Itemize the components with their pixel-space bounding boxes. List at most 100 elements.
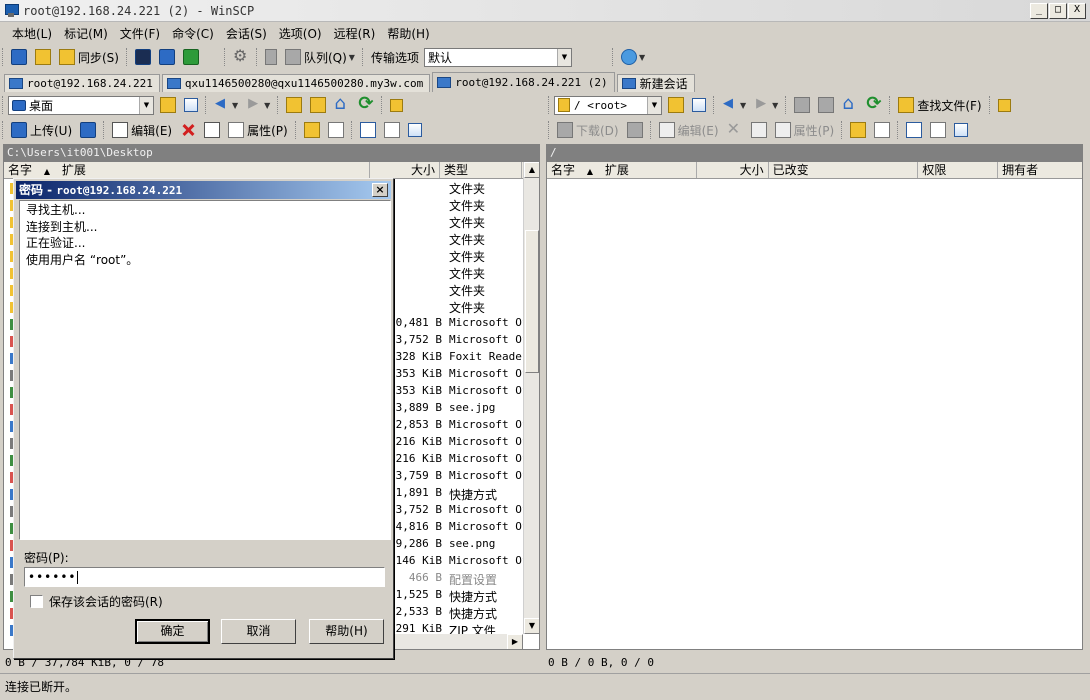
console-button[interactable] — [132, 47, 154, 67]
password-input[interactable]: •••••• — [24, 567, 385, 587]
tab-session-2[interactable]: qxu1146500280@qxu1146500280.my3w.com — [161, 74, 431, 92]
left-parent-dir-button[interactable] — [283, 95, 305, 115]
scroll-thumb[interactable] — [525, 230, 539, 373]
right-refresh-button[interactable] — [863, 93, 885, 115]
column-owner[interactable]: 拥有者 — [998, 162, 1082, 178]
help-button[interactable]: 帮助(H) — [309, 619, 384, 644]
left-filter-button[interactable] — [181, 95, 201, 115]
column-rights[interactable]: 权限 — [918, 162, 999, 178]
menu-commands[interactable]: 命令(C) — [166, 25, 220, 42]
right-root-dir-button[interactable] — [815, 95, 837, 115]
right-back-button[interactable]: ▼ — [719, 95, 749, 115]
site-manager-button[interactable]: ▼ — [618, 47, 648, 67]
menu-options[interactable]: 选项(O) — [273, 25, 328, 42]
left-unselect-button[interactable] — [381, 120, 403, 140]
right-tree-button[interactable] — [995, 95, 1014, 115]
menu-file[interactable]: 文件(F) — [114, 25, 166, 42]
column-changed[interactable]: 已改变 — [769, 162, 919, 178]
right-open-dir-button[interactable] — [665, 95, 687, 115]
right-properties-button[interactable]: 属性(P) — [772, 120, 838, 140]
left-edit-button[interactable]: 编辑(E) — [109, 120, 175, 140]
putty-button[interactable] — [156, 47, 178, 67]
queue-list-button[interactable] — [262, 47, 280, 67]
minimize-button[interactable]: _ — [1030, 3, 1048, 19]
file-type: 快捷方式 — [449, 488, 498, 502]
compare-dirs-button[interactable] — [8, 47, 30, 67]
menu-local[interactable]: 本地(L) — [6, 25, 58, 42]
upload-button[interactable]: 上传(U) — [8, 120, 75, 140]
tab-new-session[interactable]: 新建会话 — [616, 74, 695, 92]
left-forward-button[interactable]: ▼ — [243, 95, 273, 115]
right-forward-button[interactable]: ▼ — [751, 95, 781, 115]
left-home-button[interactable] — [331, 93, 353, 115]
close-button[interactable]: X — [1068, 3, 1086, 19]
right-filter-select-button[interactable] — [951, 120, 971, 140]
transfer-settings-value: 默认 — [427, 50, 452, 65]
column-size[interactable]: 大小 — [697, 162, 769, 178]
transfer-settings-select[interactable]: 默认 ▼ — [423, 47, 572, 67]
right-rename-button[interactable] — [748, 120, 770, 140]
minus-icon — [930, 122, 947, 138]
password-label: 密码(P): — [24, 551, 69, 565]
right-parent-dir-button[interactable] — [791, 95, 813, 115]
left-filter-select-button[interactable] — [405, 120, 425, 140]
queue-button[interactable]: 队列(Q) ▼ — [282, 47, 358, 67]
find-files-button[interactable]: 查找文件(F) — [895, 95, 984, 115]
right-delete-button[interactable]: ✕ — [724, 120, 746, 140]
menu-session[interactable]: 会话(S) — [220, 25, 273, 42]
left-new-folder-button[interactable] — [301, 120, 323, 140]
right-edit-button[interactable]: 编辑(E) — [656, 120, 722, 140]
tab-session-1[interactable]: root@192.168.24.221 — [4, 74, 160, 92]
left-back-button[interactable]: ▼ — [211, 95, 241, 115]
right-new-file-button[interactable] — [871, 120, 893, 140]
ok-button[interactable]: 确定 — [135, 619, 210, 644]
scroll-down-icon[interactable]: ▼ — [524, 618, 539, 634]
left-upload-options-button[interactable] — [77, 120, 99, 140]
right-new-folder-button[interactable] — [847, 120, 869, 140]
scroll-right-icon[interactable]: ▶ — [507, 634, 523, 649]
left-delete-button[interactable] — [177, 120, 199, 140]
dialog-close-button[interactable]: × — [372, 183, 388, 197]
left-select-all-button[interactable] — [357, 120, 379, 140]
preferences-button[interactable] — [230, 46, 252, 67]
menu-help[interactable]: 帮助(H) — [381, 25, 435, 42]
save-password-row[interactable]: 保存该会话的密码(R) — [30, 593, 163, 610]
right-file-list[interactable]: 名字 ▲ 扩展 大小 已改变 权限 拥有者 — [546, 161, 1083, 650]
cancel-button[interactable]: 取消 — [221, 619, 296, 644]
download-button[interactable]: 下载(D) — [554, 120, 622, 140]
new-file-icon — [874, 122, 891, 138]
left-refresh-button[interactable] — [355, 93, 377, 115]
scroll-up-icon[interactable]: ▲ — [524, 162, 539, 178]
right-location-select[interactable]: / <root> ▼ — [554, 95, 662, 115]
sync-terminal-button[interactable] — [180, 47, 202, 67]
menu-mark[interactable]: 标记(M) — [58, 25, 114, 42]
column-name[interactable]: 名字 ▲ 扩展 — [4, 162, 370, 178]
edit-icon — [112, 122, 129, 138]
right-unselect-button[interactable] — [927, 120, 949, 140]
left-open-dir-button[interactable] — [157, 95, 179, 115]
save-password-checkbox[interactable] — [30, 595, 43, 608]
left-new-file-button[interactable] — [325, 120, 347, 140]
column-name[interactable]: 名字 ▲ 扩展 — [547, 162, 697, 178]
column-type[interactable]: 类型 — [440, 162, 522, 178]
left-properties-button[interactable]: 属性(P) — [225, 120, 291, 140]
status-divider — [0, 673, 1090, 674]
tab-session-3[interactable]: root@192.168.24.221 (2) — [432, 72, 615, 92]
menu-remote[interactable]: 远程(R) — [328, 25, 382, 42]
sync-browse-button[interactable] — [32, 47, 54, 67]
right-download-options-button[interactable] — [624, 120, 646, 140]
compare-icon — [11, 49, 27, 65]
left-root-dir-button[interactable] — [307, 95, 329, 115]
column-size[interactable]: 大小 — [370, 162, 440, 178]
left-vertical-scrollbar[interactable]: ▲ ▼ — [523, 162, 539, 634]
left-horizontal-scrollbar[interactable]: ▶ — [384, 634, 523, 649]
left-location-select[interactable]: 桌面 ▼ — [8, 95, 154, 115]
sync-label: 同步(S) — [78, 50, 119, 65]
left-rename-button[interactable] — [201, 120, 223, 140]
right-home-button[interactable] — [839, 93, 861, 115]
right-filter-button[interactable] — [689, 95, 709, 115]
right-select-all-button[interactable] — [903, 120, 925, 140]
sync-button[interactable]: 同步(S) — [56, 47, 122, 67]
left-tree-button[interactable] — [387, 95, 406, 115]
maximize-button[interactable]: □ — [1049, 3, 1067, 19]
